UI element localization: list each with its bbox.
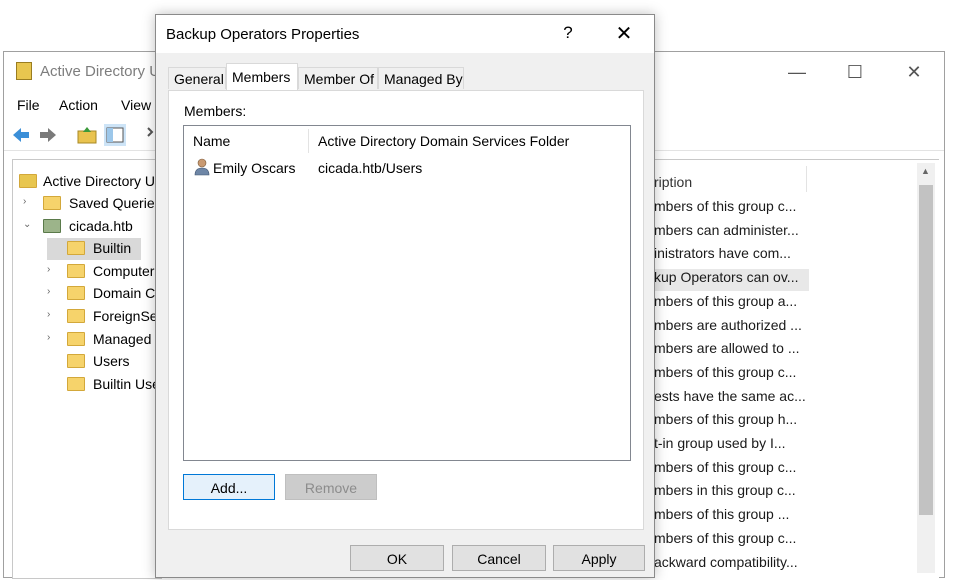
members-list[interactable]: Name Active Directory Domain Services Fo… — [183, 125, 631, 461]
apply-button[interactable]: Apply — [553, 545, 645, 571]
chevron-right-icon[interactable]: › — [47, 264, 59, 275]
members-label: Members: — [184, 103, 247, 119]
group-description-row[interactable]: inistrators have com... — [654, 245, 791, 267]
tab-members[interactable]: Members — [226, 63, 298, 91]
folder-icon — [67, 309, 85, 323]
chevron-right-icon[interactable]: › — [47, 332, 59, 343]
scroll-up-icon[interactable]: ▲ — [921, 166, 930, 176]
group-description-row[interactable]: kup Operators can ov... — [654, 269, 809, 292]
group-list: ription mbers of this group c... mbers ca… — [654, 159, 939, 580]
folder-icon — [67, 332, 85, 346]
group-description-row[interactable]: mbers are allowed to ... — [654, 340, 800, 362]
close-icon[interactable]: ✕ — [611, 21, 637, 47]
menu-action[interactable]: Action — [59, 97, 98, 113]
chevron-right-icon[interactable]: › — [23, 196, 35, 207]
header-divider — [806, 166, 807, 192]
tab-managed-by[interactable]: Managed By — [378, 67, 464, 89]
snapin-icon — [19, 174, 37, 188]
dialog-title: Backup Operators Properties — [166, 26, 360, 43]
console-tree: Active Directory U › Saved Queries ⌄ cic… — [12, 159, 163, 579]
menu-view[interactable]: View — [121, 97, 151, 113]
ok-button[interactable]: OK — [350, 545, 444, 571]
members-tab-panel: Members: Name Active Directory Domain Se… — [168, 90, 644, 530]
dialog-titlebar: Backup Operators Properties ? ✕ — [156, 15, 654, 53]
group-description-row[interactable]: mbers of this group a... — [654, 293, 797, 315]
member-name[interactable]: Emily Oscars — [213, 160, 295, 176]
folder-icon — [67, 264, 85, 278]
description-column-header[interactable]: ription — [654, 174, 692, 196]
group-description-row[interactable]: mbers of this group h... — [654, 411, 797, 433]
group-description-row[interactable]: t-in group used by I... — [654, 435, 786, 457]
console-tree-icon[interactable] — [104, 124, 126, 146]
group-description-row[interactable]: mbers of this group c... — [654, 530, 796, 552]
remove-button[interactable]: Remove — [285, 474, 377, 500]
tab-member-of[interactable]: Member Of — [298, 67, 378, 89]
help-icon[interactable]: ? — [556, 21, 580, 45]
menu-file[interactable]: File — [17, 97, 40, 113]
maximize-icon[interactable]: ☐ — [842, 60, 868, 84]
cancel-button[interactable]: Cancel — [452, 545, 546, 571]
close-icon[interactable]: ✕ — [901, 60, 927, 84]
column-header-name[interactable]: Name — [193, 133, 230, 149]
back-arrow-icon[interactable] — [10, 124, 32, 146]
vertical-scrollbar[interactable]: ▲ — [917, 163, 935, 573]
tab-strip: General Members Member Of Managed By — [168, 63, 646, 91]
scroll-thumb[interactable] — [919, 185, 933, 515]
folder-icon — [67, 354, 85, 368]
group-description-row[interactable]: mbers can administer... — [654, 222, 799, 244]
domain-icon — [43, 219, 61, 233]
group-description-row[interactable]: mbers of this group c... — [654, 198, 796, 220]
add-button[interactable]: Add... — [183, 474, 275, 500]
user-icon — [194, 158, 210, 176]
folder-icon — [43, 196, 61, 210]
properties-dialog: Backup Operators Properties ? ✕ General … — [155, 14, 655, 578]
forward-arrow-icon[interactable] — [37, 124, 59, 146]
ou-folder-icon — [67, 286, 85, 300]
group-description-row[interactable]: ests have the same ac... — [654, 388, 806, 410]
group-description-row[interactable]: ackward compatibility... — [654, 554, 798, 576]
column-divider[interactable] — [308, 129, 309, 153]
chevron-down-icon[interactable]: ⌄ — [23, 219, 35, 230]
minimize-icon[interactable]: — — [784, 60, 810, 84]
chevron-right-icon[interactable]: › — [47, 309, 59, 320]
group-description-row[interactable]: mbers are authorized ... — [654, 317, 802, 339]
column-header-folder[interactable]: Active Directory Domain Services Folder — [318, 133, 569, 149]
aduc-app-icon — [16, 62, 32, 80]
ou-folder-icon — [67, 377, 85, 391]
tab-general[interactable]: General — [168, 67, 226, 89]
group-description-row[interactable]: mbers of this group c... — [654, 364, 796, 386]
group-description-row[interactable]: mbers in this group c... — [654, 482, 796, 504]
folder-icon — [67, 241, 85, 255]
chevron-right-icon[interactable]: › — [47, 286, 59, 297]
member-folder[interactable]: cicada.htb/Users — [318, 160, 422, 176]
aduc-window-title: Active Directory U — [40, 63, 161, 80]
group-description-row[interactable]: mbers of this group ... — [654, 506, 789, 528]
up-folder-icon[interactable] — [76, 124, 98, 146]
group-description-row[interactable]: mbers of this group c... — [654, 459, 796, 481]
tree-item-builtin[interactable]: Builtin — [47, 238, 141, 260]
